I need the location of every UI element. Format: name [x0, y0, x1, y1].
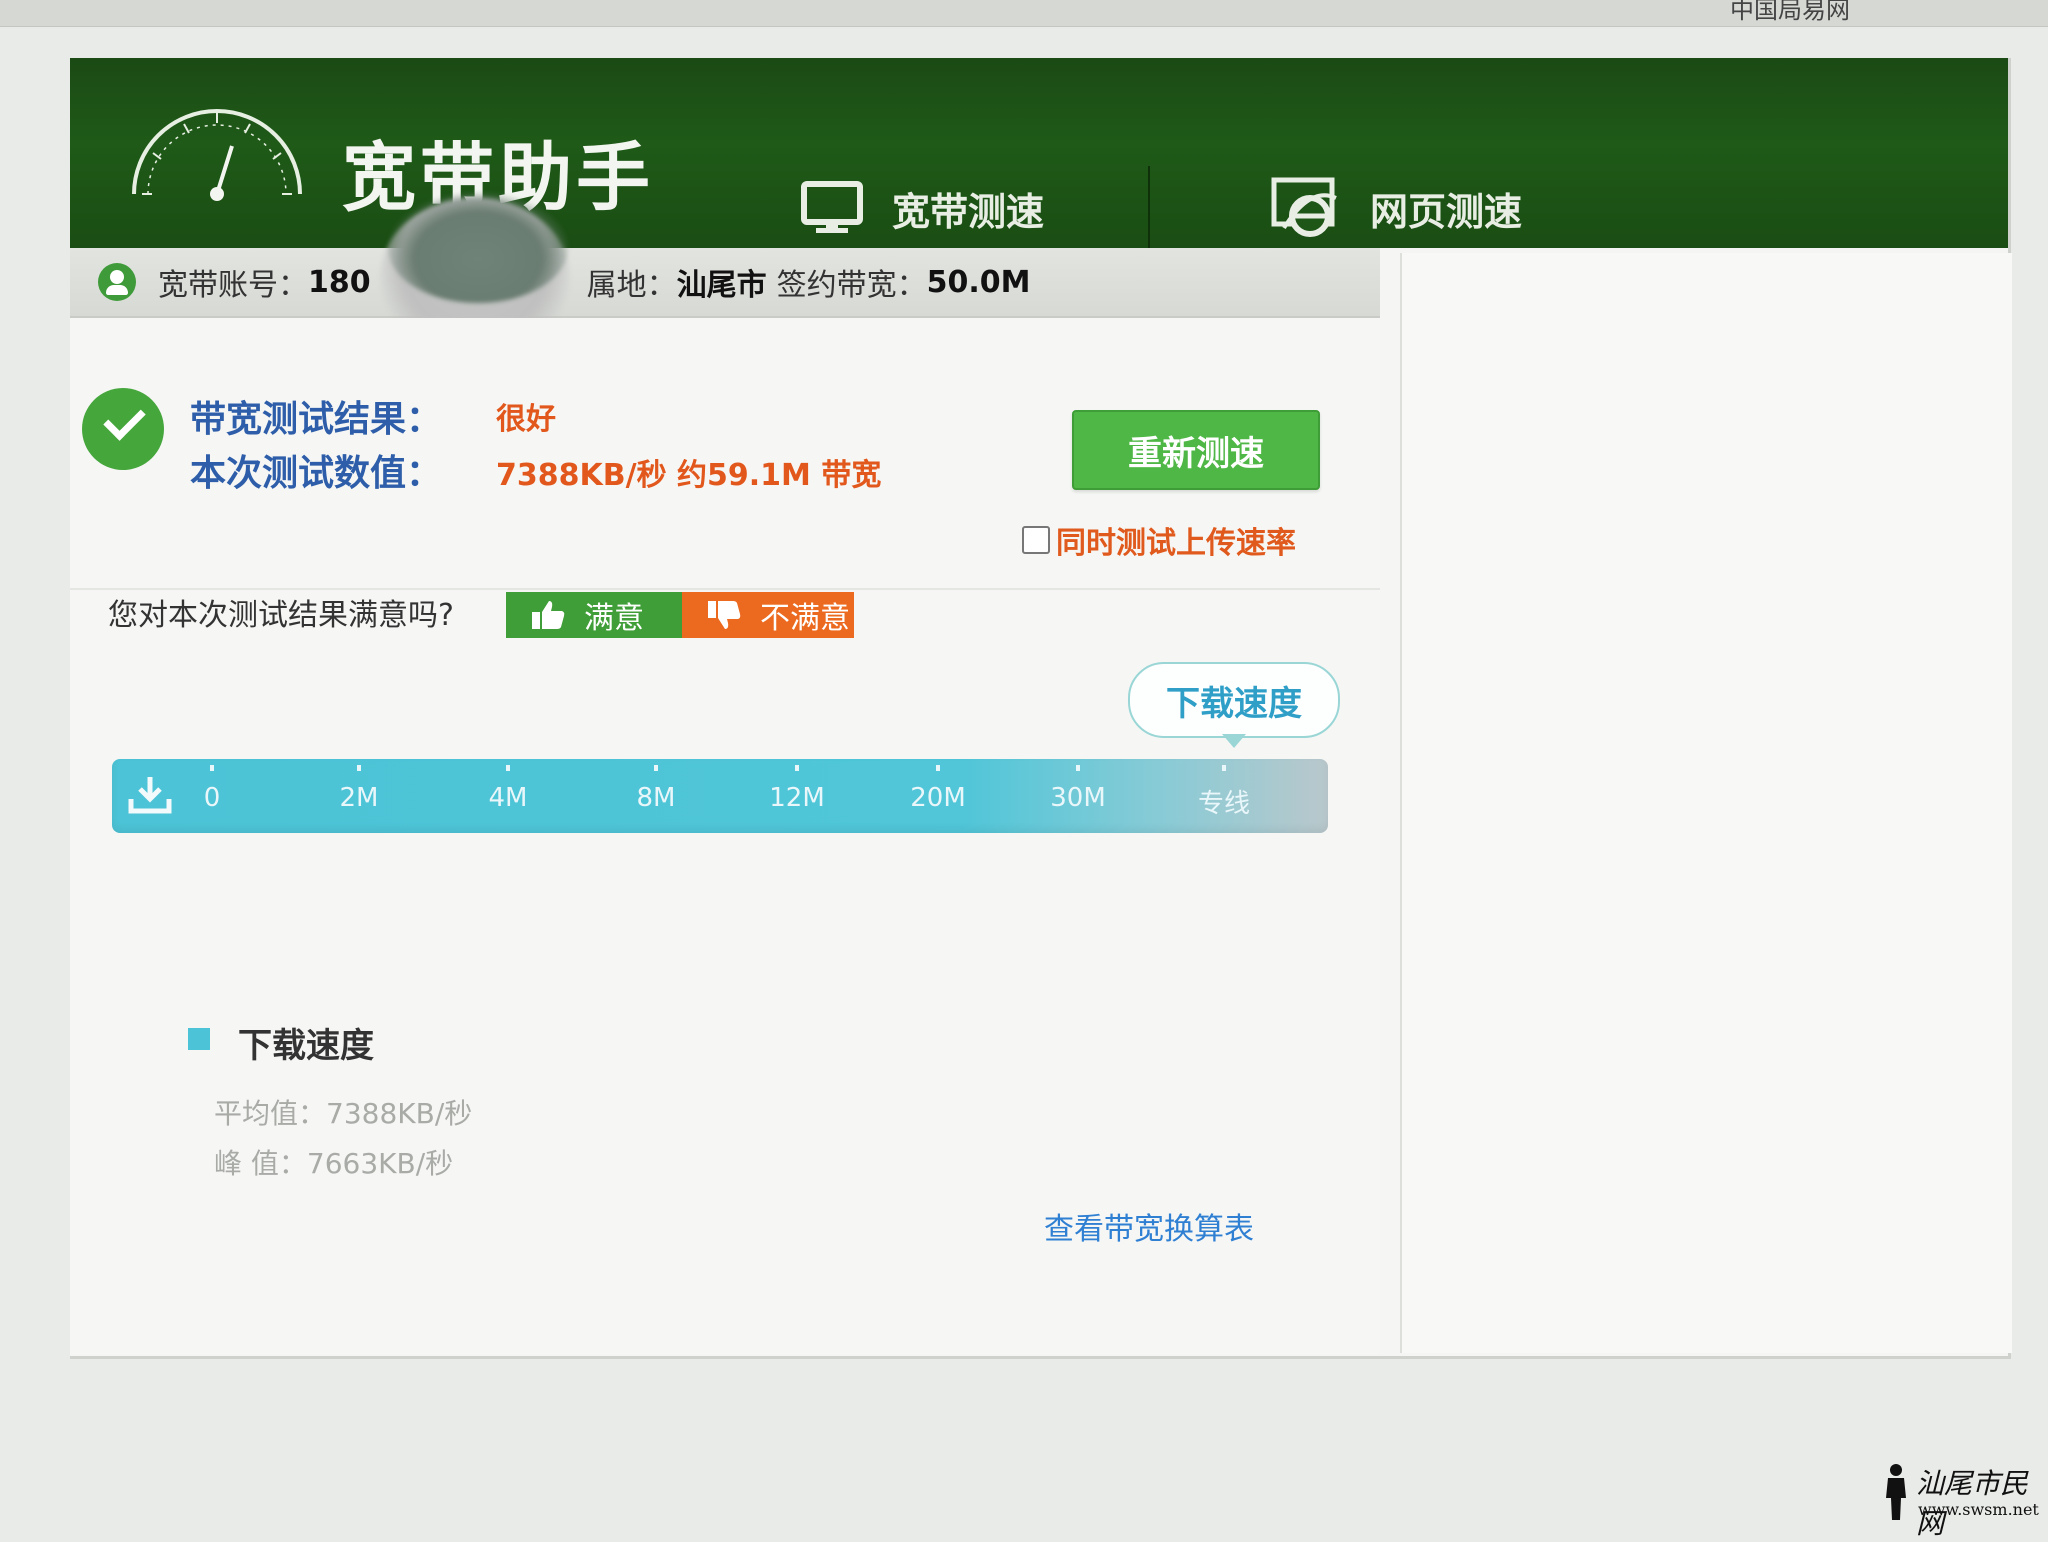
tab-label: 网页测速	[1370, 189, 1523, 234]
broadband-assistant-window: 宽带助手 宽带测速 网页测速 宽带账号： 180 属地： 汕尾市 签约带宽： 5…	[70, 58, 2012, 1359]
bookmark-item[interactable]: 中国局易网	[1730, 0, 1850, 22]
speedometer-logo-icon	[132, 109, 302, 201]
upload-test-option[interactable]: 同时测试上传速率	[1022, 518, 1296, 562]
feedback-question: 您对本次测试结果满意吗?	[108, 598, 454, 633]
region-label: 属地：	[586, 268, 677, 303]
result-value: 很好	[496, 402, 556, 437]
download-speed-bubble: 下载速度	[1128, 662, 1340, 748]
account-label: 宽带账号：	[158, 268, 308, 303]
test-value-label: 本次测试数值：	[190, 453, 443, 494]
satisfied-button[interactable]: 满意	[506, 592, 682, 638]
account-info-bar: 宽带账号： 180 属地： 汕尾市 签约带宽： 50.0M	[70, 248, 1380, 318]
unsatisfied-button[interactable]: 不满意	[682, 592, 854, 638]
monitor-icon	[801, 181, 863, 233]
privacy-blur-mask	[388, 193, 568, 303]
user-icon	[98, 263, 136, 301]
meter-tick-label: 2M	[329, 765, 389, 813]
speed-meter-bar: 0 2M 4M 8M 12M 20M 30M 专线	[112, 759, 1328, 833]
peak-speed: 峰 值：7663KB/秒	[214, 1147, 454, 1180]
tab-broadband-speed-test[interactable]: 宽带测速	[800, 168, 1044, 248]
tab-label: 宽带测速	[892, 189, 1045, 234]
speed-test-result-panel: 带宽测试结果： 很好 本次测试数值： 7388KB/秒 约59.1M 带宽 重新…	[70, 318, 1380, 1354]
legend-title: 下载速度	[238, 1026, 374, 1066]
person-silhouette-icon	[1886, 1464, 1906, 1520]
retest-button[interactable]: 重新测速	[1072, 410, 1320, 490]
average-speed: 平均值：7388KB/秒	[214, 1097, 473, 1130]
test-value: 7388KB/秒 约59.1M 带宽	[496, 458, 882, 493]
browser-bookmark-bar: 中国局易网	[0, 0, 2048, 27]
site-watermark: 汕尾市民网 www.swsm.net	[1882, 1462, 2042, 1540]
thumbs-up-icon	[532, 601, 565, 629]
success-check-icon	[82, 388, 164, 470]
ie-browser-icon	[1271, 177, 1337, 237]
account-value: 180	[308, 264, 371, 300]
side-panel	[1400, 253, 2012, 1353]
bandwidth-conversion-link[interactable]: 查看带宽换算表	[1044, 1204, 1254, 1248]
download-icon	[128, 777, 172, 814]
meter-tick-label: 20M	[908, 765, 968, 813]
contracted-bandwidth-value: 50.0M	[926, 264, 1031, 300]
meter-tick-label: 专线	[1194, 765, 1254, 820]
upload-test-label: 同时测试上传速率	[1056, 526, 1296, 561]
upload-test-checkbox[interactable]	[1022, 526, 1050, 554]
app-header: 宽带助手 宽带测速 网页测速	[70, 58, 2008, 248]
meter-tick-label: 30M	[1048, 765, 1108, 813]
meter-tick-label: 8M	[626, 765, 686, 813]
meter-tick-label: 12M	[767, 765, 827, 813]
result-label: 带宽测试结果：	[190, 399, 443, 440]
tab-webpage-speed-test[interactable]: 网页测速	[1270, 168, 1522, 248]
legend-color-swatch	[188, 1028, 210, 1050]
unsatisfied-label: 不满意	[760, 601, 850, 636]
nav-divider	[1148, 166, 1150, 248]
meter-tick-label: 0	[182, 765, 242, 813]
watermark-site-url: www.swsm.net	[1918, 1500, 2039, 1519]
thumbs-down-icon	[708, 601, 741, 629]
contracted-bandwidth-label: 签约带宽：	[776, 268, 927, 303]
satisfied-label: 满意	[584, 601, 644, 636]
meter-tick-label: 4M	[478, 765, 538, 813]
region-value: 汕尾市	[676, 268, 767, 303]
